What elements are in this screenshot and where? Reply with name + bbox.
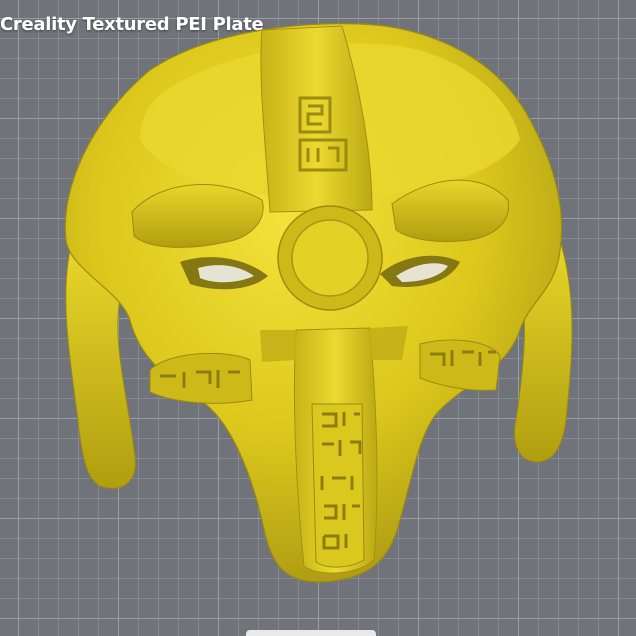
mask-3d-model[interactable] xyxy=(0,0,636,636)
left-cheek-plate xyxy=(149,353,253,404)
bottom-panel-handle[interactable] xyxy=(246,630,376,636)
build-plate-viewport[interactable]: Creality Textured PEI Plate xyxy=(0,0,636,636)
